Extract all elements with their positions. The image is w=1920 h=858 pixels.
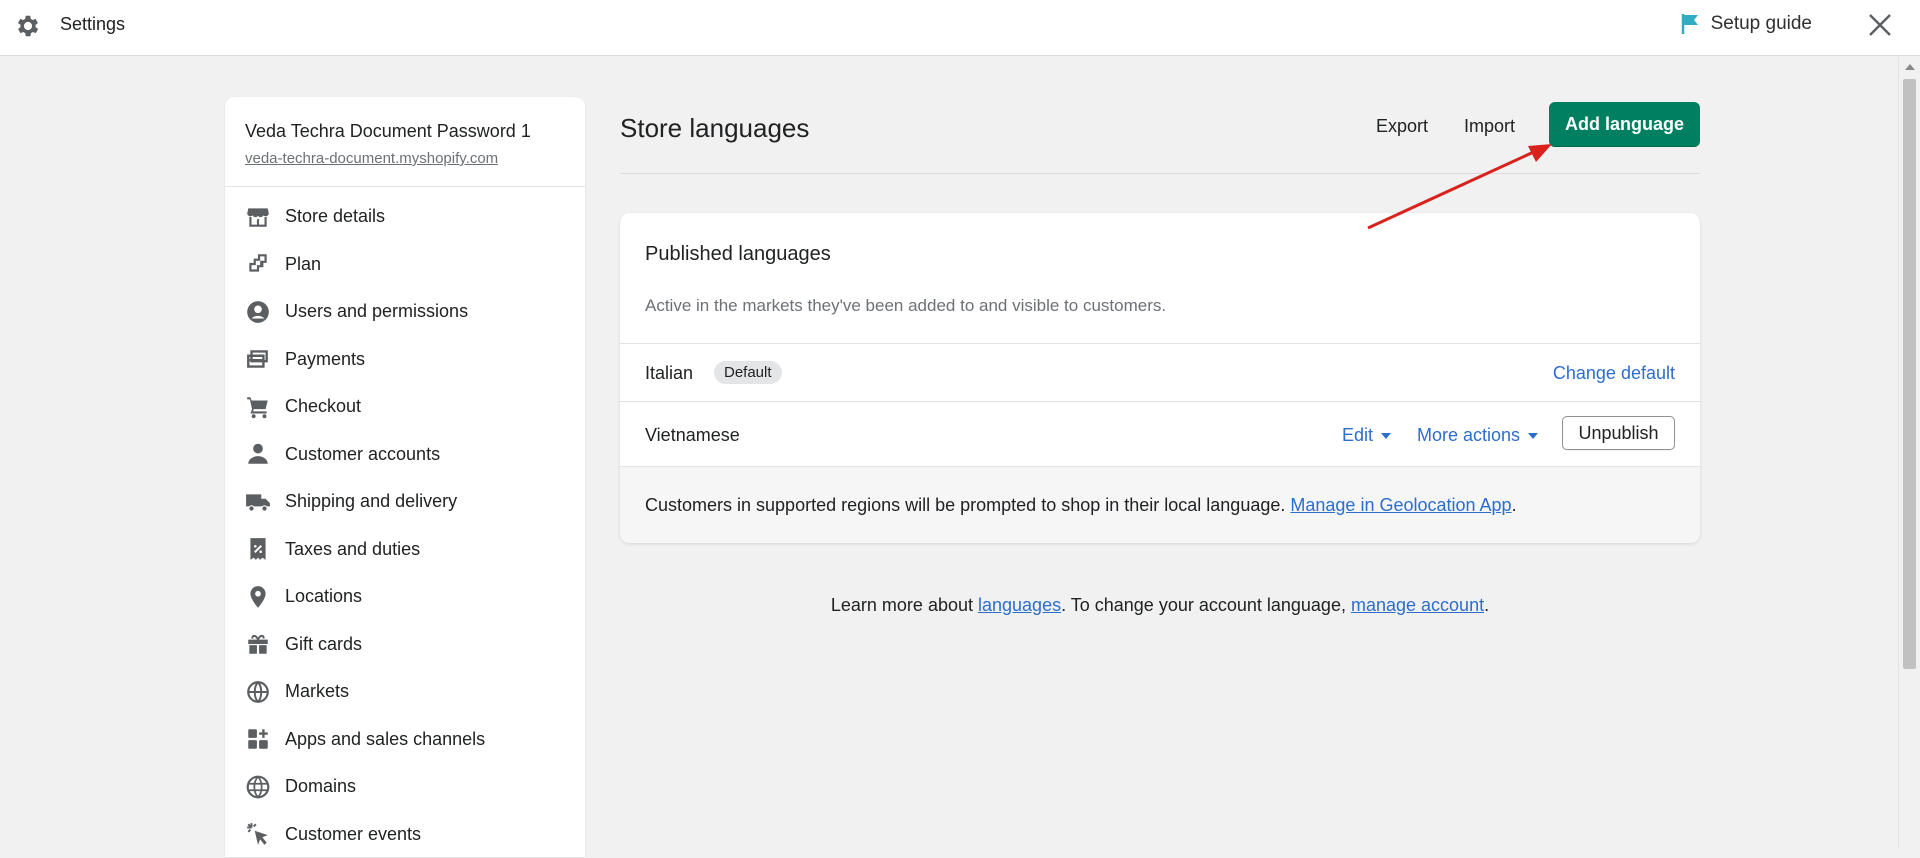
sidebar-item-plan[interactable]: Plan bbox=[225, 241, 585, 289]
sidebar-item-label: Domains bbox=[285, 776, 356, 797]
sidebar-item-label: Markets bbox=[285, 681, 349, 702]
more-actions-label: More actions bbox=[1417, 425, 1520, 446]
sidebar-item-checkout[interactable]: Checkout bbox=[225, 383, 585, 431]
setup-guide-button[interactable]: Setup guide bbox=[1681, 13, 1812, 35]
sidebar-item-label: Gift cards bbox=[285, 634, 362, 655]
sidebar-item-apps-and-sales-channels[interactable]: Apps and sales channels bbox=[225, 716, 585, 764]
language-name: Italian bbox=[645, 363, 693, 384]
settings-nav: Store details Plan Users and permissions… bbox=[225, 187, 585, 858]
card-footer: Customers in supported regions will be p… bbox=[620, 466, 1700, 543]
sidebar-item-label: Payments bbox=[285, 349, 365, 370]
card-description: Active in the markets they've been added… bbox=[645, 296, 1166, 316]
manage-account-link[interactable]: manage account bbox=[1351, 595, 1484, 615]
language-row-italian: Italian Default Change default bbox=[620, 343, 1700, 402]
learn-middle: . To change your account language, bbox=[1061, 595, 1346, 615]
default-badge: Default bbox=[714, 361, 782, 384]
close-icon[interactable] bbox=[1866, 11, 1894, 39]
geolocation-app-link[interactable]: Manage in Geolocation App bbox=[1290, 495, 1511, 515]
sidebar-item-domains[interactable]: Domains bbox=[225, 763, 585, 811]
geolocation-end: . bbox=[1512, 495, 1517, 515]
sidebar-item-label: Plan bbox=[285, 254, 321, 275]
truck-icon bbox=[245, 489, 271, 515]
sidebar-item-shipping-and-delivery[interactable]: Shipping and delivery bbox=[225, 478, 585, 526]
sidebar-item-markets[interactable]: Markets bbox=[225, 668, 585, 716]
language-row-vietnamese: Vietnamese Edit More actions Unpublish bbox=[620, 401, 1700, 467]
sidebar-item-store-details[interactable]: Store details bbox=[225, 193, 585, 241]
learn-prefix: Learn more about bbox=[831, 595, 973, 615]
caret-down-icon bbox=[1528, 433, 1538, 439]
sidebar-item-label: Checkout bbox=[285, 396, 361, 417]
store-languages-title: Store languages bbox=[620, 113, 809, 144]
add-language-button[interactable]: Add language bbox=[1549, 102, 1700, 147]
learn-more-text: Learn more about languages. To change yo… bbox=[620, 595, 1700, 616]
sidebar-item-gift-cards[interactable]: Gift cards bbox=[225, 621, 585, 669]
top-bar: Settings Setup guide bbox=[0, 0, 1920, 56]
scroll-up-arrow-icon[interactable] bbox=[1905, 64, 1915, 70]
unpublish-button[interactable]: Unpublish bbox=[1562, 416, 1675, 450]
store-icon bbox=[245, 204, 271, 230]
globe-icon bbox=[245, 679, 271, 705]
store-header: Veda Techra Document Password 1 veda-tec… bbox=[225, 97, 585, 187]
export-button[interactable]: Export bbox=[1370, 115, 1434, 138]
settings-sidebar: Veda Techra Document Password 1 veda-tec… bbox=[225, 97, 585, 857]
sidebar-item-payments[interactable]: Payments bbox=[225, 336, 585, 384]
language-name: Vietnamese bbox=[645, 425, 740, 446]
more-actions-dropdown[interactable]: More actions bbox=[1417, 425, 1538, 446]
receipt-icon bbox=[245, 536, 271, 562]
location-pin-icon bbox=[245, 584, 271, 610]
sidebar-item-taxes-and-duties[interactable]: Taxes and duties bbox=[225, 526, 585, 574]
sidebar-item-label: Locations bbox=[285, 586, 362, 607]
gear-icon bbox=[14, 12, 42, 40]
caret-down-icon bbox=[1381, 433, 1391, 439]
page-scrollbar[interactable] bbox=[1898, 57, 1920, 849]
user-circle-icon bbox=[245, 299, 271, 325]
flag-icon bbox=[1681, 13, 1701, 35]
sidebar-item-label: Shipping and delivery bbox=[285, 491, 457, 512]
setup-guide-label: Setup guide bbox=[1711, 13, 1812, 35]
sidebar-item-label: Taxes and duties bbox=[285, 539, 420, 560]
sidebar-item-label: Store details bbox=[285, 206, 385, 227]
geolocation-text: Customers in supported regions will be p… bbox=[645, 495, 1285, 515]
person-icon bbox=[245, 441, 271, 467]
store-name: Veda Techra Document Password 1 bbox=[245, 121, 565, 142]
sidebar-item-label: Customer accounts bbox=[285, 444, 440, 465]
sidebar-item-label: Customer events bbox=[285, 824, 421, 845]
plan-icon bbox=[245, 251, 271, 277]
edit-dropdown[interactable]: Edit bbox=[1342, 425, 1391, 446]
cart-icon bbox=[245, 394, 271, 420]
apps-icon bbox=[245, 726, 271, 752]
payments-icon bbox=[245, 346, 271, 372]
geolocation-note: Customers in supported regions will be p… bbox=[645, 495, 1517, 516]
edit-label: Edit bbox=[1342, 425, 1373, 446]
sidebar-item-locations[interactable]: Locations bbox=[225, 573, 585, 621]
globe-grid-icon bbox=[245, 774, 271, 800]
learn-end: . bbox=[1484, 595, 1489, 615]
sidebar-item-label: Apps and sales channels bbox=[285, 729, 485, 750]
sidebar-item-customer-events[interactable]: Customer events bbox=[225, 811, 585, 858]
languages-link[interactable]: languages bbox=[978, 595, 1061, 615]
import-button[interactable]: Import bbox=[1458, 115, 1521, 138]
change-default-link[interactable]: Change default bbox=[1553, 363, 1675, 384]
cursor-click-icon bbox=[245, 821, 271, 847]
card-title: Published languages bbox=[645, 243, 831, 266]
sidebar-item-users-and-permissions[interactable]: Users and permissions bbox=[225, 288, 585, 336]
page-title: Settings bbox=[60, 14, 125, 35]
published-languages-card: Published languages Active in the market… bbox=[620, 213, 1700, 543]
scrollbar-thumb[interactable] bbox=[1903, 79, 1916, 669]
page-header: Store languages Export Import Add langua… bbox=[620, 97, 1700, 174]
sidebar-item-customer-accounts[interactable]: Customer accounts bbox=[225, 431, 585, 479]
gift-icon bbox=[245, 631, 271, 657]
sidebar-item-label: Users and permissions bbox=[285, 301, 468, 322]
main-content: Store languages Export Import Add langua… bbox=[620, 97, 1700, 174]
store-url-link[interactable]: veda-techra-document.myshopify.com bbox=[245, 150, 498, 167]
